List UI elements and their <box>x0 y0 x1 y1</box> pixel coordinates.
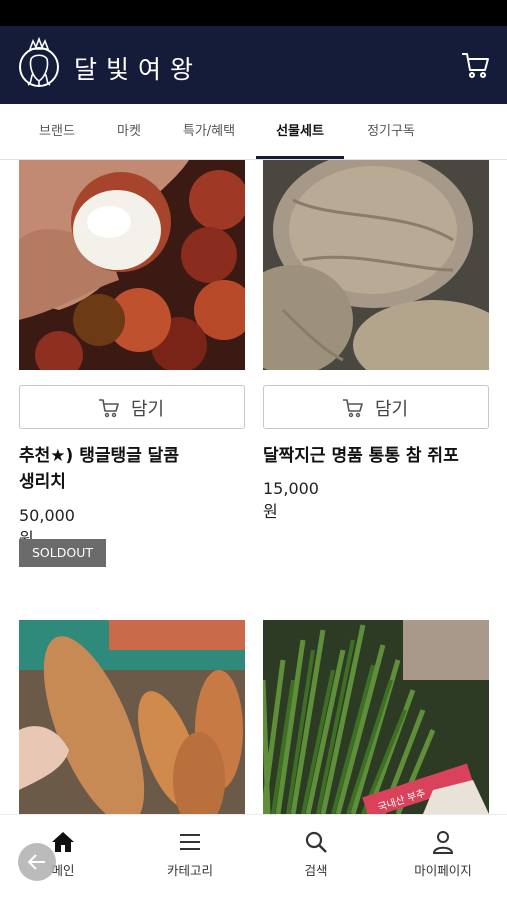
dried-filefish-photo[interactable] <box>263 160 489 370</box>
product-price: 15,000원 <box>263 479 319 521</box>
bottom-navigation: 메인 카테고리 검색 마이페이지 <box>0 814 507 900</box>
tab-gift-set[interactable]: 선물세트 <box>256 104 344 160</box>
moon-queen-logo-icon[interactable] <box>18 37 60 93</box>
nav-category[interactable]: 카테고리 <box>127 815 253 900</box>
chives-photo[interactable]: 국내산 부추 <box>263 620 489 814</box>
lychee-photo[interactable] <box>19 160 245 370</box>
product-name-line: 달짝지근 명품 통통 참 쥐포 <box>263 446 459 466</box>
search-icon <box>305 831 327 853</box>
cart-icon <box>343 399 363 418</box>
cart-icon[interactable] <box>460 50 490 80</box>
soldout-badge: SOLDOUT <box>19 539 106 567</box>
product-name[interactable]: 달짝지근 명품 통통 참 쥐포 <box>263 443 493 469</box>
category-tabs: 브랜드 마켓 특가/혜택 선물세트 정기구독 <box>0 104 507 160</box>
nav-search-label: 검색 <box>304 863 328 878</box>
add-to-cart-button[interactable]: 담기 <box>263 385 489 429</box>
tab-brand[interactable]: 브랜드 <box>18 104 96 160</box>
nav-search[interactable]: 검색 <box>253 815 379 900</box>
status-bar <box>0 0 507 26</box>
cart-icon <box>99 399 119 418</box>
tab-special-deals[interactable]: 특가/혜택 <box>168 104 250 160</box>
nav-category-label: 카테고리 <box>166 863 213 878</box>
home-icon <box>52 832 74 852</box>
app-header: 달빛여왕 <box>0 26 507 104</box>
tab-market[interactable]: 마켓 <box>96 104 162 160</box>
brand-name[interactable]: 달빛여왕 <box>74 50 202 86</box>
product-name[interactable]: 추천★) 탱글탱글 달콤 생리치 <box>19 443 249 495</box>
product-name-line: 생리치 <box>19 472 66 492</box>
nav-mypage[interactable]: 마이페이지 <box>380 815 506 900</box>
sweet-potato-photo[interactable] <box>19 620 245 814</box>
nav-mypage-label: 마이페이지 <box>414 863 472 878</box>
active-tab-indicator <box>256 156 344 159</box>
add-to-cart-label: 담기 <box>131 399 165 420</box>
product-name-line: 추천★) 탱글탱글 달콤 <box>19 446 179 466</box>
add-to-cart-button[interactable]: 담기 <box>19 385 245 429</box>
arrow-left-icon <box>28 854 45 870</box>
user-icon <box>432 831 454 854</box>
menu-icon <box>180 834 200 850</box>
tab-subscription[interactable]: 정기구독 <box>350 104 432 160</box>
add-to-cart-label: 담기 <box>375 399 409 420</box>
back-button[interactable] <box>18 843 56 881</box>
